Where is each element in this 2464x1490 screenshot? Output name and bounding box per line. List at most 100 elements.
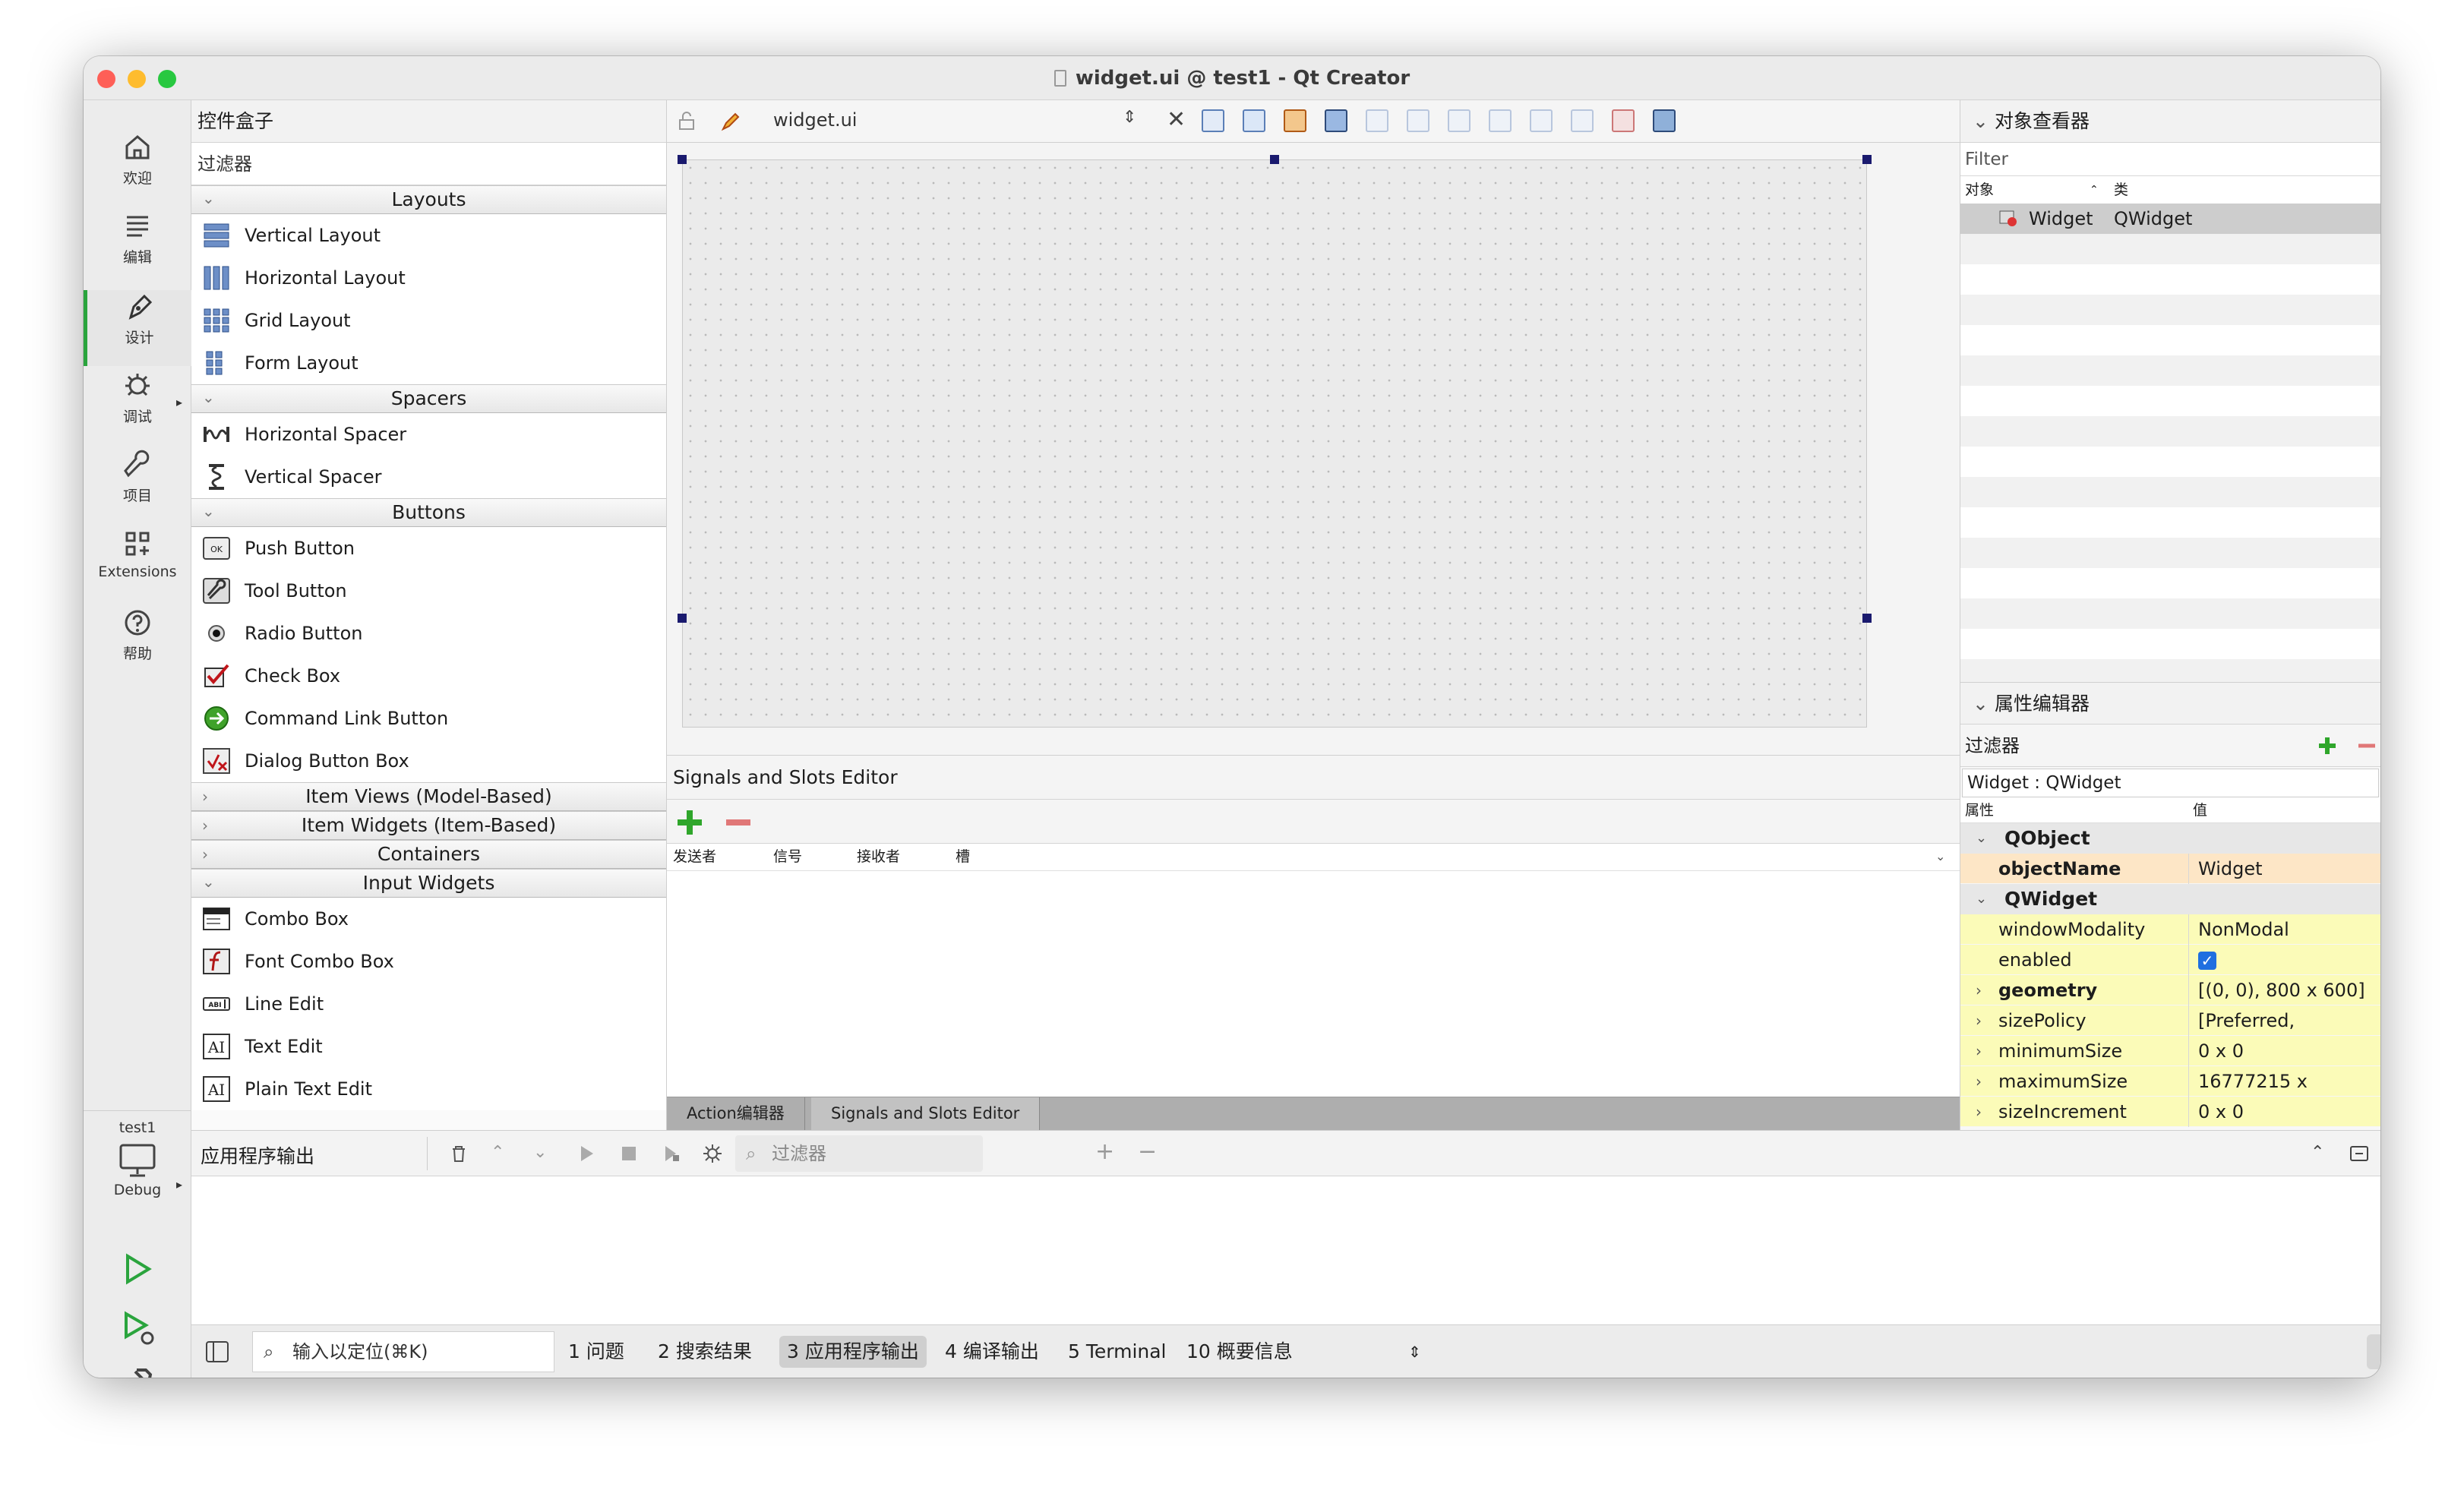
add-connection-icon[interactable] bbox=[674, 807, 705, 838]
mode-design[interactable]: 设计 bbox=[84, 290, 191, 366]
chevron-right-icon[interactable]: › bbox=[1976, 1097, 1982, 1127]
tab-signals-slots-editor[interactable]: Signals and Slots Editor bbox=[811, 1097, 1041, 1131]
zoom-out-icon[interactable]: − bbox=[1138, 1138, 1159, 1165]
trash-icon[interactable] bbox=[448, 1143, 469, 1164]
category-input-widgets[interactable]: ⌄ Input Widgets bbox=[191, 869, 666, 898]
break-layout-icon[interactable] bbox=[1612, 109, 1635, 132]
resize-handle[interactable] bbox=[1270, 155, 1279, 164]
widget-item-push-button[interactable]: OK Push Button bbox=[191, 527, 666, 570]
property-value[interactable]: NonModal bbox=[2188, 914, 2380, 945]
layout-grid-icon[interactable] bbox=[1571, 109, 1594, 132]
toggle-sidebar-icon[interactable] bbox=[205, 1340, 229, 1363]
open-file-selector[interactable]: widget.ui bbox=[773, 109, 857, 131]
widget-item-combo-box[interactable]: Combo Box bbox=[191, 898, 666, 940]
layout-splitter-horizontal-icon[interactable] bbox=[1448, 109, 1471, 132]
widget-item-font-combo-box[interactable]: Font Combo Box bbox=[191, 940, 666, 983]
category-buttons[interactable]: ⌄ Buttons bbox=[191, 498, 666, 527]
file-selector-chevrons-icon[interactable]: ⇕ bbox=[1123, 108, 1136, 127]
mode-help[interactable]: 帮助 bbox=[84, 606, 191, 682]
mode-debug[interactable]: 调试 ▸ bbox=[84, 369, 191, 445]
widget-item-vertical-spacer[interactable]: Vertical Spacer bbox=[191, 456, 666, 498]
resize-handle[interactable] bbox=[1862, 155, 1872, 164]
widget-item-radio-button[interactable]: Radio Button bbox=[191, 612, 666, 655]
layout-vertical-icon[interactable] bbox=[1407, 109, 1429, 132]
property-row-sizeincrement[interactable]: › sizeIncrement 0 x 0 bbox=[1960, 1097, 2380, 1127]
widget-item-grid-layout[interactable]: Grid Layout bbox=[191, 299, 666, 342]
pencil-icon[interactable] bbox=[720, 111, 741, 132]
mode-edit[interactable]: 编辑 bbox=[84, 210, 191, 286]
chevron-up-icon[interactable]: ⌃ bbox=[491, 1143, 512, 1164]
category-item-widgets[interactable]: › Item Widgets (Item-Based) bbox=[191, 811, 666, 840]
play-icon[interactable] bbox=[576, 1143, 597, 1164]
output-text-area[interactable] bbox=[191, 1176, 2380, 1325]
resize-handle[interactable] bbox=[678, 614, 687, 623]
chevron-right-icon[interactable]: › bbox=[1976, 1005, 1982, 1036]
category-spacers[interactable]: ⌄ Spacers bbox=[191, 384, 666, 413]
gear-icon[interactable] bbox=[702, 1143, 723, 1164]
column-header-property[interactable]: 属性 bbox=[1965, 797, 1994, 823]
resize-handle[interactable] bbox=[1862, 614, 1872, 623]
property-value[interactable]: Widget bbox=[2188, 854, 2380, 884]
property-group-qwidget[interactable]: ⌄ QWidget bbox=[1960, 884, 2380, 914]
locator-input[interactable]: ⌕ 输入以定位(⌘K) bbox=[252, 1331, 554, 1372]
tab-general-messages[interactable]: 10 概要信息 bbox=[1179, 1336, 1300, 1368]
mode-welcome[interactable]: 欢迎 bbox=[84, 131, 191, 207]
layout-splitter-vertical-icon[interactable] bbox=[1489, 109, 1512, 132]
property-row-windowmodality[interactable]: windowModality NonModal bbox=[1960, 914, 2380, 945]
widget-item-horizontal-spacer[interactable]: Horizontal Spacer bbox=[191, 413, 666, 456]
widget-item-command-link-button[interactable]: Command Link Button bbox=[191, 697, 666, 740]
object-inspector-filter-input[interactable]: Filter bbox=[1960, 143, 2380, 176]
edit-widgets-icon[interactable] bbox=[1202, 109, 1224, 132]
column-header-signal[interactable]: 信号 bbox=[773, 844, 802, 870]
property-row-objectname[interactable]: objectName Widget bbox=[1960, 854, 2380, 884]
tab-issues[interactable]: 1 问题 bbox=[561, 1336, 632, 1368]
widget-item-text-edit[interactable]: AI Text Edit bbox=[191, 1025, 666, 1068]
edit-buddies-icon[interactable] bbox=[1284, 109, 1306, 132]
maximize-pane-icon[interactable]: ⌃ bbox=[2311, 1143, 2332, 1164]
edit-signals-slots-icon[interactable] bbox=[1243, 109, 1265, 132]
tab-search-results[interactable]: 2 搜索结果 bbox=[650, 1336, 760, 1368]
chevron-right-icon[interactable]: › bbox=[1976, 1066, 1982, 1097]
property-group-qobject[interactable]: ⌄ QObject bbox=[1960, 823, 2380, 854]
more-tabs-chevrons-icon[interactable]: ⇕ bbox=[1401, 1336, 1429, 1368]
object-tree-row[interactable]: Widget QWidget bbox=[1960, 204, 2380, 234]
chevron-right-icon[interactable]: › bbox=[1976, 975, 1982, 1005]
add-dynamic-property-icon[interactable] bbox=[2317, 735, 2340, 758]
widget-item-vertical-layout[interactable]: Vertical Layout bbox=[191, 214, 666, 257]
layout-form-icon[interactable] bbox=[1530, 109, 1553, 132]
chevron-down-icon[interactable]: ⌄ bbox=[1935, 844, 1945, 870]
target-selector[interactable]: test1 Debug ▸ bbox=[84, 1116, 191, 1230]
property-row-sizepolicy[interactable]: › sizePolicy [Preferred, Preferred, 0, 0] bbox=[1960, 1005, 2380, 1062]
tab-terminal[interactable]: 5 Terminal bbox=[1060, 1336, 1174, 1368]
column-header-object[interactable]: 对象 bbox=[1965, 176, 1994, 204]
column-header-receiver[interactable]: 接收者 bbox=[857, 844, 900, 870]
progress-details-icon[interactable] bbox=[2367, 1334, 2380, 1369]
tab-compile-output[interactable]: 4 编译输出 bbox=[937, 1336, 1047, 1368]
enabled-checkbox[interactable]: ✓ bbox=[2198, 952, 2216, 970]
widget-item-dialog-button-box[interactable]: Dialog Button Box bbox=[191, 740, 666, 782]
property-value[interactable]: 0 x 0 bbox=[2188, 1036, 2380, 1066]
form-canvas[interactable] bbox=[682, 159, 1867, 728]
widget-item-horizontal-layout[interactable]: Horizontal Layout bbox=[191, 257, 666, 299]
close-pane-icon[interactable] bbox=[2349, 1143, 2370, 1164]
tab-action-editor[interactable]: Action编辑器 bbox=[667, 1097, 805, 1131]
remove-connection-icon[interactable] bbox=[723, 807, 753, 838]
property-value[interactable]: 16777215 x 16777215 bbox=[2188, 1066, 2380, 1122]
resize-handle[interactable] bbox=[678, 155, 687, 164]
column-header-sender[interactable]: 发送者 bbox=[673, 844, 716, 870]
category-containers[interactable]: › Containers bbox=[191, 840, 666, 869]
widget-item-line-edit[interactable]: ABI Line Edit bbox=[191, 983, 666, 1025]
lock-icon[interactable] bbox=[678, 111, 696, 131]
property-value[interactable]: [Preferred, Preferred, 0, 0] bbox=[2188, 1005, 2380, 1062]
layout-horizontal-icon[interactable] bbox=[1366, 109, 1388, 132]
property-row-geometry[interactable]: › geometry [(0, 0), 800 x 600] bbox=[1960, 975, 2380, 1005]
tab-application-output[interactable]: 3 应用程序输出 bbox=[779, 1336, 927, 1368]
column-header-slot[interactable]: 槽 bbox=[956, 844, 970, 870]
property-editor-header[interactable]: ⌄ 属性编辑器 bbox=[1960, 682, 2380, 724]
zoom-in-icon[interactable]: + bbox=[1095, 1138, 1117, 1165]
close-document-icon[interactable]: ✕ bbox=[1167, 106, 1186, 133]
property-row-maximumsize[interactable]: › maximumSize 16777215 x 16777215 bbox=[1960, 1066, 2380, 1122]
attach-debugger-icon[interactable] bbox=[661, 1143, 682, 1164]
debug-run-icon[interactable] bbox=[120, 1309, 158, 1347]
build-hammer-icon[interactable] bbox=[120, 1364, 155, 1378]
